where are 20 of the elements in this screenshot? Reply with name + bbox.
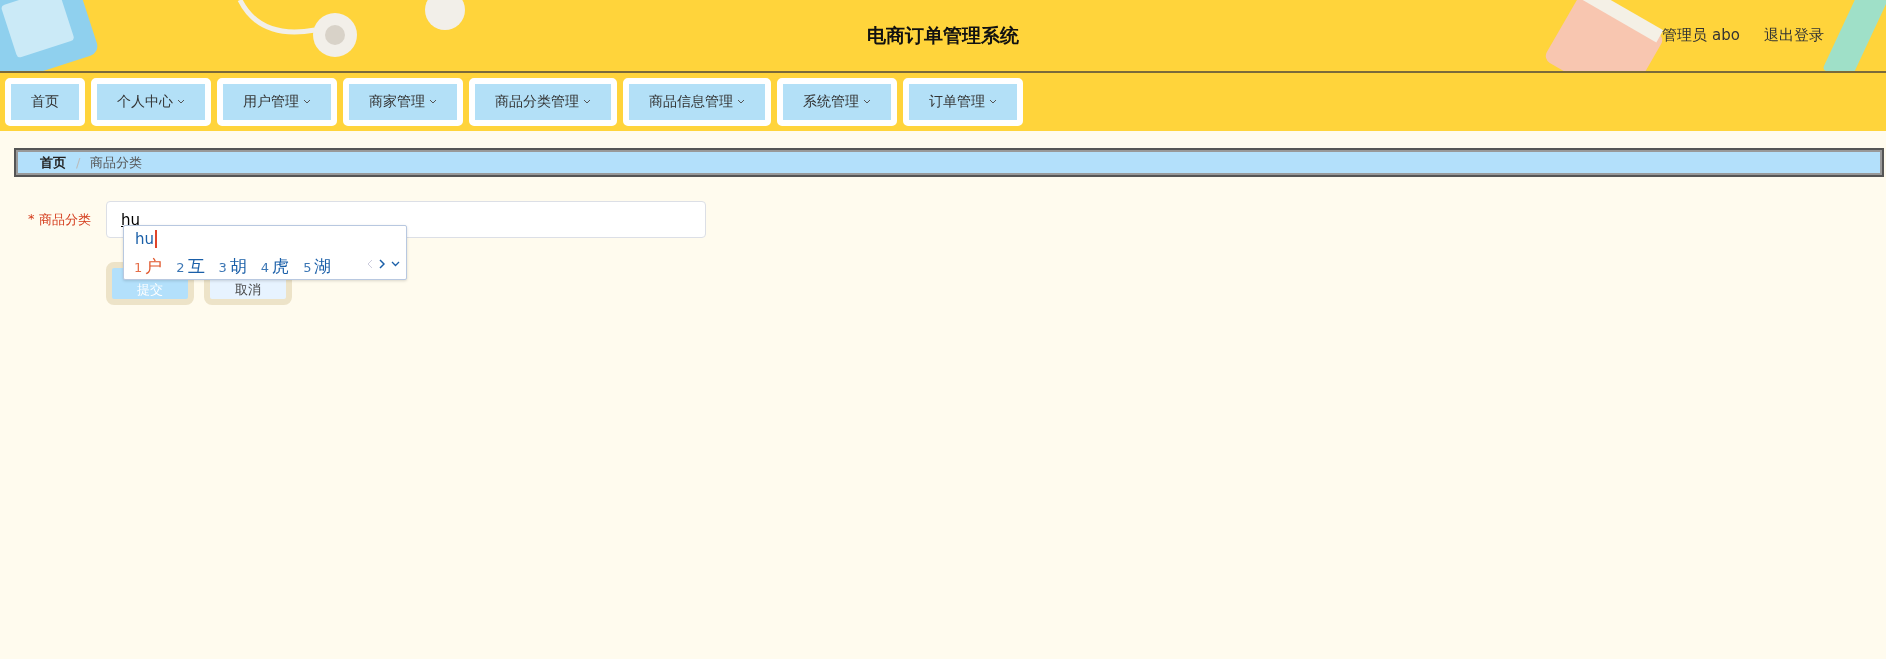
breadcrumb-link[interactable]: 首页 bbox=[40, 153, 66, 172]
nav-menu-item[interactable]: 订单管理 bbox=[903, 78, 1023, 126]
ime-candidate[interactable]: 5 湖 bbox=[303, 255, 332, 278]
app-title: 电商订单管理系统 bbox=[867, 22, 1019, 48]
user-name: 管理员 abo bbox=[1662, 26, 1740, 45]
breadcrumb-separator: / bbox=[76, 155, 81, 170]
nav-menu-item[interactable]: 商品信息管理 bbox=[623, 78, 771, 126]
ime-input-text: hu bbox=[135, 230, 157, 248]
nav-menu-item[interactable]: 系统管理 bbox=[777, 78, 897, 126]
breadcrumb-link[interactable]: 商品分类 bbox=[90, 153, 143, 172]
nav-menu-item[interactable]: 个人中心 bbox=[91, 78, 211, 126]
required-mark: * bbox=[28, 210, 35, 228]
nav-menu-item[interactable]: 用户管理 bbox=[217, 78, 337, 126]
nav-menu-item[interactable]: 商家管理 bbox=[343, 78, 463, 126]
nav-menu-item[interactable]: 首页 bbox=[5, 78, 85, 126]
chevron-right-icon[interactable] bbox=[379, 259, 385, 269]
field-label: 商品分类 bbox=[38, 210, 91, 229]
chevron-down-icon[interactable] bbox=[391, 259, 400, 269]
nav-menu-item[interactable]: 商品分类管理 bbox=[469, 78, 617, 126]
logout-link[interactable]: 退出登录 bbox=[1764, 26, 1824, 45]
